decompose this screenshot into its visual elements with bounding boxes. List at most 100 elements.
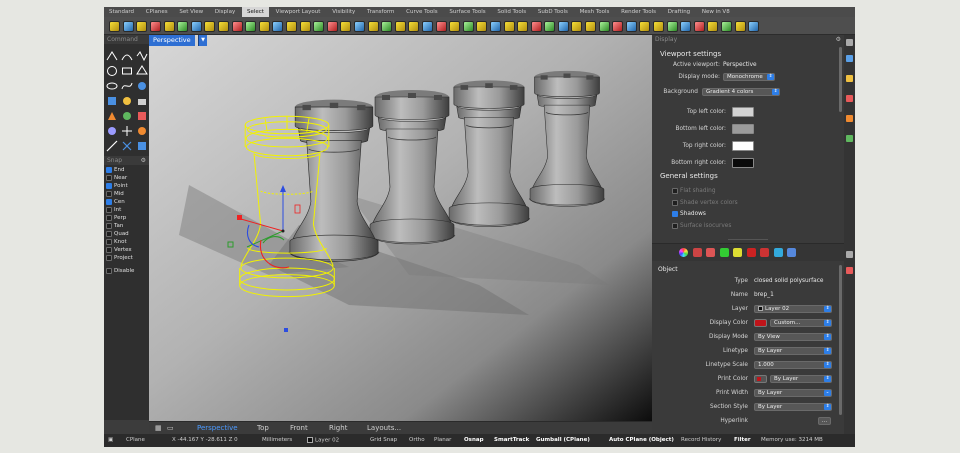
osnap-checkbox[interactable] [106,223,112,229]
tab-subd-tools[interactable]: SubD Tools [533,7,573,17]
osnap-checkbox[interactable] [106,175,112,181]
toolbar-tool-icon[interactable] [707,21,719,32]
status-toggle-gumball-cplane[interactable]: Gumball (CPlane) [536,437,590,443]
toolbar-tool-icon[interactable] [612,21,624,32]
prop-select-linetype-scale[interactable]: 1.000 ⇕ [754,361,832,369]
gradient-color-swatch[interactable] [732,158,754,168]
command-tool-icon[interactable] [121,47,133,61]
option-checkbox[interactable] [672,199,678,206]
gradient-color-swatch[interactable] [732,107,754,117]
side-layer-icon[interactable] [846,55,853,62]
cplane-icon[interactable]: ▣ [108,437,113,443]
viewport-tab-layouts[interactable]: Layouts... [367,424,401,432]
toolbar-tool-icon[interactable] [489,21,501,32]
side-gear-icon[interactable] [846,251,853,258]
command-tool-icon[interactable] [106,122,118,135]
tab-set-view[interactable]: Set View [174,7,208,17]
status-toggle-grid-snap[interactable]: Grid Snap [370,437,397,443]
tab-standard[interactable]: Standard [104,7,139,17]
tab-render-tools[interactable]: Render Tools [616,7,661,17]
prop-select-print-width[interactable]: By Layer ⌄ [754,389,832,397]
status-toggle-filter[interactable]: Filter [734,437,751,443]
perspective-viewport[interactable]: Perspective ▼ [149,35,652,421]
status-layer[interactable]: Layer 02 [307,437,339,444]
toolbar-tool-icon[interactable] [680,21,692,32]
command-tool-icon[interactable] [136,137,148,150]
display-scrollbar[interactable] [839,47,842,112]
toolbar-tool-icon[interactable] [476,21,488,32]
toolbar-tool-icon[interactable] [544,21,556,32]
status-cplane[interactable]: CPlane [126,437,145,443]
viewport-tab-top[interactable]: Top [257,424,269,432]
osnap-checkbox[interactable] [106,268,112,274]
option-checkbox[interactable] [672,188,678,194]
command-tool-icon[interactable] [121,122,133,136]
osnap-mid[interactable]: Mid [106,190,147,198]
tab-curve-tools[interactable]: Curve Tools [401,7,443,17]
toolbar-tool-icon[interactable] [109,21,121,32]
general-option-surface-isocurves[interactable]: Surface isocurves [672,222,731,229]
toolbar-tool-icon[interactable] [394,21,406,32]
snap-settings-gear-icon[interactable]: ⚙ [141,156,146,165]
viewport-menu-chevron-down-icon[interactable]: ▼ [198,35,207,46]
status-toggle-planar[interactable]: Planar [434,437,451,443]
command-tool-icon[interactable] [106,137,118,152]
side-snap-icon[interactable] [846,135,853,142]
toolbar-tool-icon[interactable] [122,21,134,32]
viewport-tab-right[interactable]: Right [329,424,347,432]
toolbar-tool-icon[interactable] [748,21,760,32]
viewport-grid-icon[interactable]: ▦ [155,424,162,432]
display-mode-select[interactable]: Monochrome ⇕ [723,73,775,81]
properties-scrollbar[interactable] [839,265,842,415]
viewport-tab-perspective[interactable]: Perspective [197,424,238,432]
toolbar-tool-icon[interactable] [326,21,338,32]
osnap-vertex[interactable]: Vertex [106,246,147,254]
toolbar-tool-icon[interactable] [639,21,651,32]
toolbar-tool-icon[interactable] [435,21,447,32]
toolbar-tool-icon[interactable] [653,21,665,32]
viewport-tab-front[interactable]: Front [290,424,308,432]
toolbar-tool-icon[interactable] [272,21,284,32]
viewport-title-tab[interactable]: Perspective [149,35,195,46]
toolbar-tool-icon[interactable] [421,21,433,32]
toolbar-tool-icon[interactable] [734,21,746,32]
tab-new-in-v8[interactable]: New in V8 [697,7,735,17]
toolbar-tool-icon[interactable] [190,21,202,32]
toolbar-tool-icon[interactable] [462,21,474,32]
toolbar-tool-icon[interactable] [693,21,705,32]
texture-mapping-icon[interactable] [719,248,729,257]
tab-select[interactable]: Select [241,7,269,17]
toolbar-tool-icon[interactable] [258,21,270,32]
display-panel-gear-icon[interactable]: ⚙ [836,35,841,44]
prop-select-linetype[interactable]: By Layer ⇕ [754,347,832,355]
tab-display[interactable]: Display [210,7,240,17]
side-color-icon[interactable] [846,267,853,274]
osnap-cen[interactable]: Cen [106,198,147,206]
toolbar-tool-icon[interactable] [721,21,733,32]
toolbar-tool-icon[interactable] [598,21,610,32]
osnap-perp[interactable]: Perp [106,214,147,222]
prop-select-print-color[interactable]: By Layer ⇕ [770,375,832,383]
toolbar-tool-icon[interactable] [353,21,365,32]
toolbar-tool-icon[interactable] [150,21,162,32]
toolbar-tool-icon[interactable] [231,21,243,32]
decal-icon[interactable] [706,248,715,257]
prop-select-display-color[interactable]: Custom... ⇕ [770,319,832,327]
command-tool-icon[interactable] [136,62,148,75]
general-option-flat-shading[interactable]: Flat shading [672,188,716,194]
toolbar-tool-icon[interactable] [666,21,678,32]
prop-select-layer[interactable]: Layer 02 ⇕ [754,305,832,313]
option-checkbox[interactable] [672,222,678,229]
tab-drafting[interactable]: Drafting [663,7,695,17]
osnap-checkbox[interactable] [106,167,112,173]
osnap-checkbox[interactable] [106,255,112,261]
command-tool-icon[interactable] [106,92,118,105]
display-color-swatch[interactable] [754,319,767,327]
background-select[interactable]: Gradient 4 colors ⇕ [702,88,780,96]
osnap-checkbox[interactable] [106,199,112,205]
status-toggle-auto-cplane-object[interactable]: Auto CPlane (Object) [609,437,674,443]
command-tool-icon[interactable] [136,107,148,120]
osnap-knot[interactable]: Knot [106,238,147,246]
osnap-point[interactable]: Point [106,182,147,190]
prop-select-display-mode[interactable]: By View ⇕ [754,333,832,341]
